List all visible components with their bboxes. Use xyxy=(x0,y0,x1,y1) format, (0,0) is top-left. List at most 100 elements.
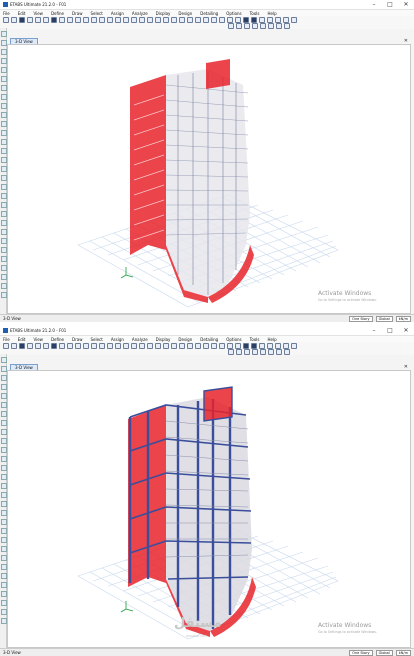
draw-column-icon[interactable] xyxy=(219,16,225,23)
grid-icon[interactable] xyxy=(267,16,273,23)
section-cut-icon[interactable] xyxy=(275,16,281,23)
draw-point-icon[interactable] xyxy=(203,342,209,349)
view-list-icon[interactable] xyxy=(276,23,282,29)
draw-wall-icon[interactable] xyxy=(227,342,233,349)
pointer-icon[interactable] xyxy=(1,357,7,363)
layer-icon[interactable] xyxy=(252,23,258,29)
view-3d-icon[interactable] xyxy=(99,342,105,349)
pan-icon[interactable] xyxy=(91,16,97,23)
menu-define[interactable]: Define xyxy=(51,337,64,342)
zoom-out-icon[interactable] xyxy=(67,16,73,23)
select-all-icon[interactable] xyxy=(187,16,193,23)
maximize-icon[interactable]: □ xyxy=(382,327,398,334)
menu-edit[interactable]: Edit xyxy=(18,337,26,342)
report-icon[interactable] xyxy=(283,16,289,23)
open-icon[interactable] xyxy=(11,342,17,349)
object-shrink-icon[interactable] xyxy=(155,342,161,349)
menu-file[interactable]: File xyxy=(3,11,10,16)
dimension-icon[interactable] xyxy=(236,349,242,355)
maximize-icon[interactable]: □ xyxy=(382,1,398,8)
extrude-icon[interactable] xyxy=(163,342,169,349)
menu-edit[interactable]: Edit xyxy=(18,11,26,16)
pan-icon[interactable] xyxy=(91,342,97,349)
menu-file[interactable]: File xyxy=(3,337,10,342)
table-icon[interactable] xyxy=(291,342,297,349)
rotate-view-icon[interactable] xyxy=(123,342,129,349)
draw-slab-icon[interactable] xyxy=(235,342,241,349)
text-tool-icon[interactable] xyxy=(228,349,234,355)
design-concrete-icon[interactable] xyxy=(251,342,257,349)
zoom-window-icon[interactable] xyxy=(75,16,81,23)
undo-icon[interactable] xyxy=(27,342,33,349)
units-select[interactable]: kN/m xyxy=(395,649,411,656)
layer-icon[interactable] xyxy=(252,349,258,355)
line-weight-icon[interactable] xyxy=(268,349,274,355)
menu-assign[interactable]: Assign xyxy=(111,337,124,342)
coord-select[interactable]: Global xyxy=(375,649,393,656)
menu-help[interactable]: Help xyxy=(268,337,277,342)
rotate-view-icon[interactable] xyxy=(123,16,129,23)
section-cut-icon[interactable] xyxy=(275,342,281,349)
menu-options[interactable]: Options xyxy=(226,11,241,16)
undo-icon[interactable] xyxy=(27,16,33,23)
run-analysis-icon[interactable] xyxy=(51,16,57,23)
design-concrete-icon[interactable] xyxy=(251,16,257,23)
force-diagram-icon[interactable] xyxy=(179,342,185,349)
story-select[interactable]: One Story xyxy=(349,315,373,322)
dimension-icon[interactable] xyxy=(236,23,242,29)
draw-beam-icon[interactable] xyxy=(211,342,217,349)
story-icon[interactable] xyxy=(284,23,290,29)
report-icon[interactable] xyxy=(283,342,289,349)
deformed-shape-icon[interactable] xyxy=(171,342,177,349)
menu-assign[interactable]: Assign xyxy=(111,11,124,16)
menu-draw[interactable]: Draw xyxy=(72,11,82,16)
filter-icon[interactable] xyxy=(244,349,250,355)
grid-icon[interactable] xyxy=(267,342,273,349)
menu-view[interactable]: View xyxy=(33,337,43,342)
color-icon[interactable] xyxy=(260,23,266,29)
menu-display[interactable]: Display xyxy=(156,337,171,342)
draw-wall-icon[interactable] xyxy=(227,16,233,23)
new-model-icon[interactable] xyxy=(3,16,9,23)
menu-view[interactable]: View xyxy=(33,11,43,16)
extrude-icon[interactable] xyxy=(163,16,169,23)
draw-column-icon[interactable] xyxy=(219,342,225,349)
units-select[interactable]: kN/m xyxy=(395,315,411,322)
zoom-out-icon[interactable] xyxy=(67,342,73,349)
design-steel-icon[interactable] xyxy=(243,342,249,349)
refresh-icon[interactable] xyxy=(139,16,145,23)
refresh-icon[interactable] xyxy=(139,342,145,349)
menu-analyze[interactable]: Analyze xyxy=(132,11,148,16)
lock-icon[interactable] xyxy=(43,16,49,23)
menu-options[interactable]: Options xyxy=(226,337,241,342)
view-3d-icon[interactable] xyxy=(99,16,105,23)
draw-point-icon[interactable] xyxy=(203,16,209,23)
menu-tools[interactable]: Tools xyxy=(250,337,260,342)
zoom-all-icon[interactable] xyxy=(83,16,89,23)
display-options-icon[interactable] xyxy=(147,342,153,349)
save-icon[interactable] xyxy=(19,16,25,23)
view-list-icon[interactable] xyxy=(276,349,282,355)
minimize-icon[interactable]: – xyxy=(366,1,382,8)
menu-select[interactable]: Select xyxy=(90,11,102,16)
close-icon[interactable]: ✕ xyxy=(398,327,414,334)
run-analysis-icon[interactable] xyxy=(51,342,57,349)
perspective-icon[interactable] xyxy=(131,16,137,23)
redo-icon[interactable] xyxy=(35,342,41,349)
snap-icon[interactable] xyxy=(259,342,265,349)
lock-icon[interactable] xyxy=(43,342,49,349)
menu-design[interactable]: Design xyxy=(178,337,192,342)
model-viewport[interactable] xyxy=(7,44,411,314)
force-diagram-icon[interactable] xyxy=(179,16,185,23)
draw-beam-icon[interactable] xyxy=(211,16,217,23)
deformed-shape-icon[interactable] xyxy=(171,16,177,23)
line-weight-icon[interactable] xyxy=(268,23,274,29)
story-icon[interactable] xyxy=(284,349,290,355)
menu-design[interactable]: Design xyxy=(178,11,192,16)
close-icon[interactable]: ✕ xyxy=(398,1,414,8)
display-options-icon[interactable] xyxy=(147,16,153,23)
elevation-view-icon[interactable] xyxy=(115,16,121,23)
menu-display[interactable]: Display xyxy=(156,11,171,16)
draw-slab-icon[interactable] xyxy=(235,16,241,23)
zoom-in-icon[interactable] xyxy=(59,16,65,23)
